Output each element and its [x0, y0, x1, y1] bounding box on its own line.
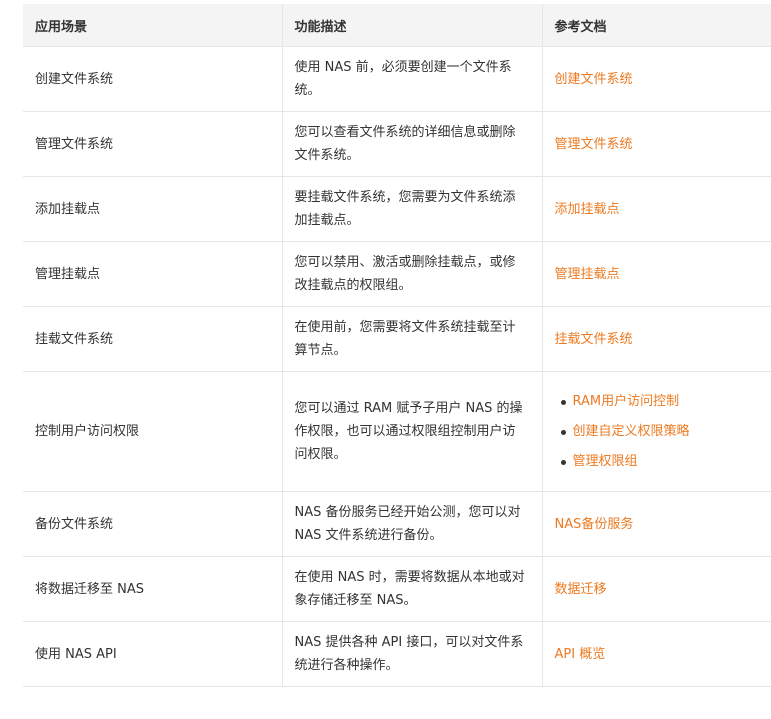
description-cell: 您可以禁用、激活或删除挂载点，或修改挂载点的权限组。 — [281, 241, 542, 307]
scenario-cell: 将数据迁移至 NAS — [23, 556, 282, 622]
doc-link[interactable]: 管理权限组 — [573, 454, 638, 469]
doc-link[interactable]: 创建文件系统 — [555, 72, 633, 87]
doc-link[interactable]: RAM用户访问控制 — [573, 394, 680, 409]
scenario-cell: 使用 NAS API — [23, 621, 282, 687]
doc-link-list: RAM用户访问控制 创建自定义权限策略 管理权限组 — [555, 387, 760, 477]
description-cell: 要挂载文件系统，您需要为文件系统添加挂载点。 — [281, 176, 542, 242]
scenario-cell: 管理挂载点 — [23, 241, 282, 307]
table-row: 挂载文件系统 在使用前，您需要将文件系统挂载至计算节点。 挂载文件系统 — [23, 306, 771, 372]
description-cell: NAS 备份服务已经开始公测，您可以对 NAS 文件系统进行备份。 — [281, 491, 542, 557]
description-cell: 使用 NAS 前，必须要创建一个文件系统。 — [281, 46, 542, 112]
table-row: 创建文件系统 使用 NAS 前，必须要创建一个文件系统。 创建文件系统 — [23, 46, 771, 112]
scenario-cell: 备份文件系统 — [23, 491, 282, 557]
reference-cell: RAM用户访问控制 创建自定义权限策略 管理权限组 — [541, 371, 771, 492]
reference-cell: 挂载文件系统 — [541, 306, 771, 372]
list-item: 创建自定义权限策略 — [560, 417, 760, 447]
table-row: 备份文件系统 NAS 备份服务已经开始公测，您可以对 NAS 文件系统进行备份。… — [23, 491, 771, 557]
bullet-icon — [560, 399, 566, 405]
doc-link[interactable]: 创建自定义权限策略 — [573, 424, 690, 439]
table-header-row: 应用场景 功能描述 参考文档 — [23, 4, 771, 47]
table-row: 管理文件系统 您可以查看文件系统的详细信息或删除文件系统。 管理文件系统 — [23, 111, 771, 177]
reference-cell: 数据迁移 — [541, 556, 771, 622]
scenario-table: 应用场景 功能描述 参考文档 创建文件系统 使用 NAS 前，必须要创建一个文件… — [23, 4, 771, 687]
description-cell: 在使用 NAS 时，需要将数据从本地或对象存储迁移至 NAS。 — [281, 556, 542, 622]
doc-link[interactable]: 添加挂载点 — [555, 202, 620, 217]
doc-link[interactable]: 挂载文件系统 — [555, 332, 633, 347]
doc-link[interactable]: API 概览 — [555, 647, 606, 662]
description-cell: NAS 提供各种 API 接口，可以对文件系统进行各种操作。 — [281, 621, 542, 687]
scenario-cell: 挂载文件系统 — [23, 306, 282, 372]
reference-cell: 创建文件系统 — [541, 46, 771, 112]
reference-cell: NAS备份服务 — [541, 491, 771, 557]
description-cell: 在使用前，您需要将文件系统挂载至计算节点。 — [281, 306, 542, 372]
scenario-cell: 添加挂载点 — [23, 176, 282, 242]
scenario-cell: 控制用户访问权限 — [23, 371, 282, 492]
doc-link[interactable]: 管理文件系统 — [555, 137, 633, 152]
list-item: RAM用户访问控制 — [560, 387, 760, 417]
reference-cell: 管理文件系统 — [541, 111, 771, 177]
table-row: 控制用户访问权限 您可以通过 RAM 赋予子用户 NAS 的操作权限，也可以通过… — [23, 371, 771, 492]
doc-link[interactable]: 管理挂载点 — [555, 267, 620, 282]
bullet-icon — [560, 459, 566, 465]
header-description: 功能描述 — [281, 4, 542, 47]
description-cell: 您可以通过 RAM 赋予子用户 NAS 的操作权限，也可以通过权限组控制用户访问… — [281, 371, 542, 492]
scenario-cell: 管理文件系统 — [23, 111, 282, 177]
description-cell: 您可以查看文件系统的详细信息或删除文件系统。 — [281, 111, 542, 177]
doc-link[interactable]: NAS备份服务 — [555, 517, 634, 532]
table-row: 将数据迁移至 NAS 在使用 NAS 时，需要将数据从本地或对象存储迁移至 NA… — [23, 556, 771, 622]
list-item: 管理权限组 — [560, 447, 760, 477]
table-row: 管理挂载点 您可以禁用、激活或删除挂载点，或修改挂载点的权限组。 管理挂载点 — [23, 241, 771, 307]
bullet-icon — [560, 429, 566, 435]
reference-cell: 管理挂载点 — [541, 241, 771, 307]
table-row: 使用 NAS API NAS 提供各种 API 接口，可以对文件系统进行各种操作… — [23, 621, 771, 687]
reference-cell: 添加挂载点 — [541, 176, 771, 242]
scenario-cell: 创建文件系统 — [23, 46, 282, 112]
scenario-table-container: 应用场景 功能描述 参考文档 创建文件系统 使用 NAS 前，必须要创建一个文件… — [23, 4, 771, 687]
reference-cell: API 概览 — [541, 621, 771, 687]
header-scenario: 应用场景 — [23, 4, 282, 47]
doc-link[interactable]: 数据迁移 — [555, 582, 607, 597]
table-row: 添加挂载点 要挂载文件系统，您需要为文件系统添加挂载点。 添加挂载点 — [23, 176, 771, 242]
header-reference: 参考文档 — [541, 4, 771, 47]
